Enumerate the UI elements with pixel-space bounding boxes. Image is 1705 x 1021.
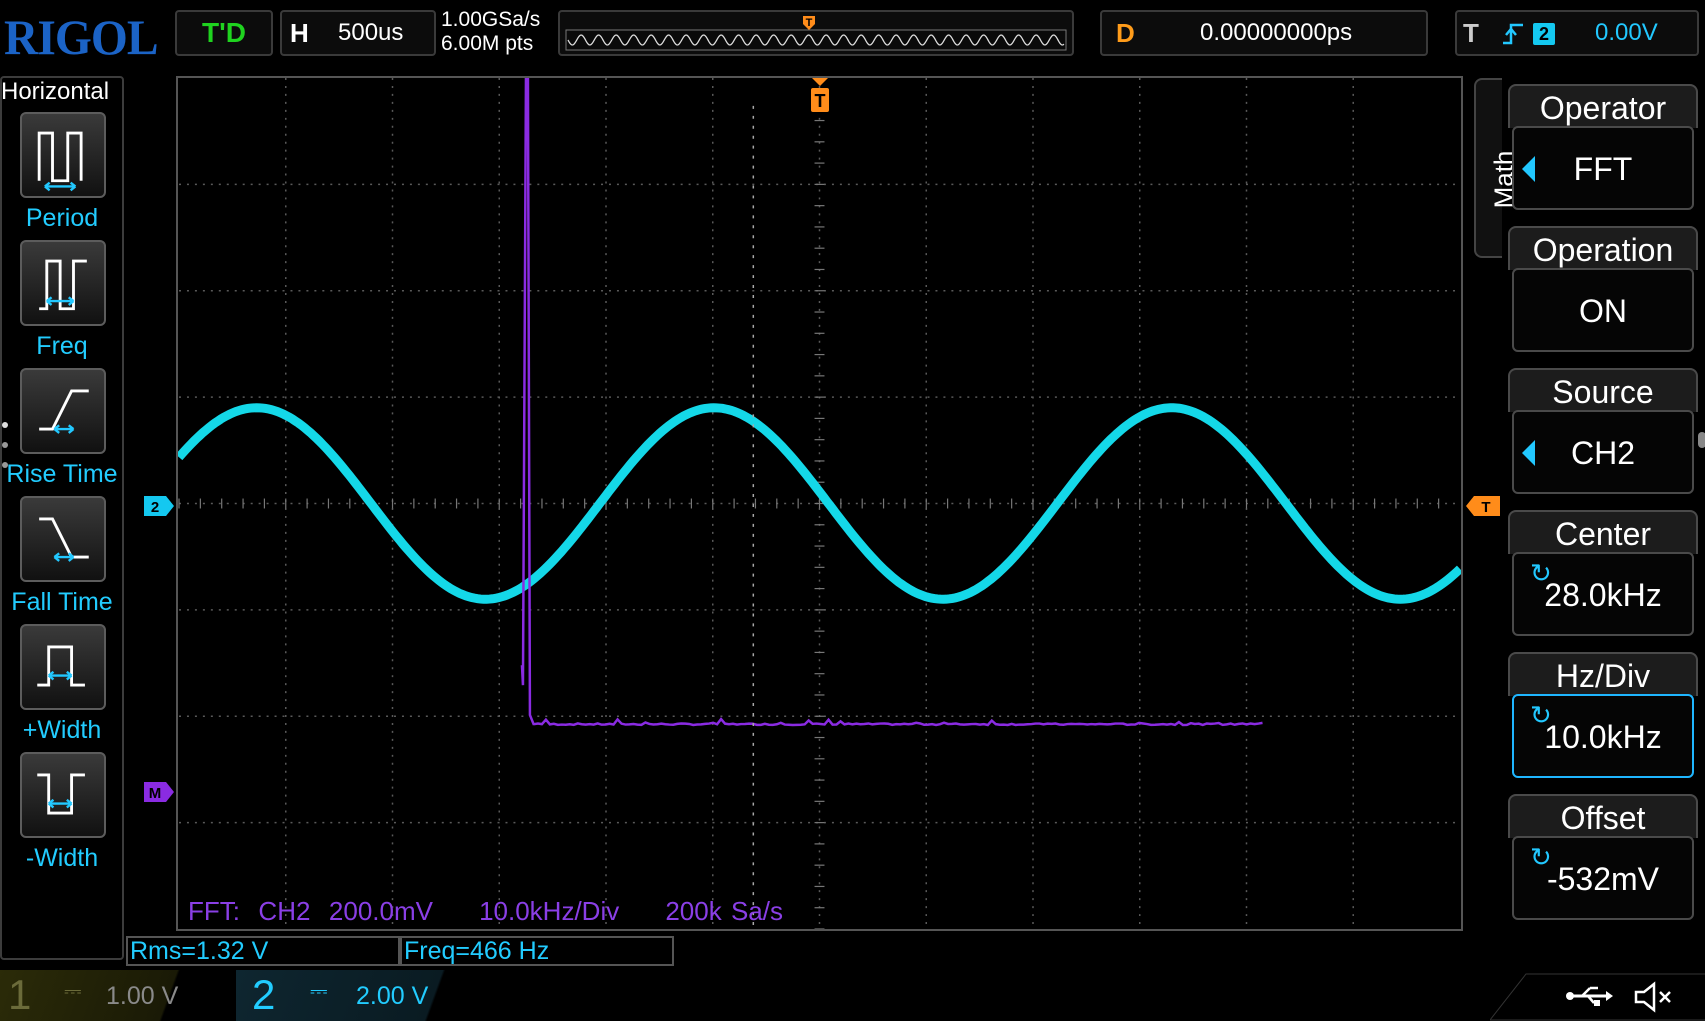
ch2-scale: 2.00 V	[356, 982, 429, 1010]
measure-rise-time-button[interactable]	[20, 368, 106, 454]
horizontal-timebase[interactable]: H 500us	[280, 10, 436, 56]
freq-readout[interactable]: Freq=466 Hz	[400, 936, 674, 966]
menu-hz-div-button[interactable]: Hz/Div ↻ 10.0kHz	[1508, 652, 1698, 788]
ch2-offset-marker[interactable]: 2	[144, 495, 176, 517]
rms-readout[interactable]: Rms=1.32 V	[126, 936, 400, 966]
menu-scroll-indicator	[1698, 432, 1705, 448]
ch2-number: 2	[252, 971, 276, 1018]
measure-pos-width-label: +Width	[22, 716, 102, 744]
trigger-level-marker[interactable]: T	[1466, 495, 1502, 517]
bottom-right-icons	[1490, 973, 1705, 1021]
menu-operator-title: Operator	[1508, 84, 1698, 128]
knob-icon: ↻	[1530, 842, 1552, 872]
trigger-label: T	[1463, 18, 1479, 48]
sample-rate: 1.00GSa/s	[441, 8, 541, 31]
status-bar: RIGOL T'D H 500us 1.00GSa/s 6.00M pts T …	[0, 0, 1705, 68]
measure-period-label: Period	[25, 204, 99, 232]
left-arrow-icon	[1522, 156, 1535, 182]
measure-freq-button[interactable]	[20, 240, 106, 326]
svg-text:2: 2	[151, 499, 159, 516]
pos-width-icon	[37, 645, 85, 687]
delay-value: 0.00000000ps	[1200, 19, 1353, 46]
menu-operation-button[interactable]: Operation ON	[1508, 226, 1698, 362]
measure-fall-time-label: Fall Time	[11, 588, 113, 616]
fall-time-icon	[39, 517, 89, 562]
menu-offset-title: Offset	[1508, 794, 1698, 838]
menu-operator-value: FFT	[1512, 126, 1694, 210]
measure-rise-time-label: Rise Time	[6, 460, 118, 488]
knob-icon: ↻	[1530, 558, 1552, 588]
menu-operation-title: Operation	[1508, 226, 1698, 270]
memory-depth: 6.00M pts	[441, 32, 534, 55]
menu-center-value: ↻ 28.0kHz	[1512, 552, 1694, 636]
measure-neg-width-button[interactable]	[20, 752, 106, 838]
math-offset-marker[interactable]: M	[144, 781, 176, 803]
rise-time-icon	[39, 389, 89, 434]
period-icon	[37, 131, 83, 192]
measure-neg-width-label: -Width	[25, 844, 99, 872]
svg-text:T: T	[1481, 499, 1490, 516]
horizontal-label: H	[290, 18, 309, 48]
trigger-level: 0.00V	[1595, 19, 1658, 46]
delay-label: D	[1116, 18, 1135, 48]
rising-edge-icon	[1503, 23, 1523, 45]
menu-operation-value: ON	[1512, 268, 1694, 352]
fft-waveform	[520, 78, 1263, 727]
ch2-coupling-icon: ⎓	[310, 978, 328, 1003]
menu-source-value: CH2	[1512, 410, 1694, 494]
left-arrow-icon	[1522, 440, 1535, 466]
acquisition-info: 1.00GSa/s 6.00M pts	[441, 8, 540, 56]
measure-period-button[interactable]	[20, 112, 106, 198]
fft-info-label: FFT: CH2 200.0mV 10.0kHz/Div 200k Sa/s	[188, 896, 783, 926]
freq-icon	[39, 259, 87, 311]
menu-offset-button[interactable]: Offset ↻ -532mV	[1508, 794, 1698, 930]
memory-waveform-thumbnail: T	[565, 16, 1067, 51]
ch1-number: 1	[8, 971, 32, 1018]
svg-text:T: T	[815, 91, 826, 111]
menu-source-button[interactable]: Source CH2	[1508, 368, 1698, 504]
menu-center-button[interactable]: Center ↻ 28.0kHz	[1508, 510, 1698, 646]
measure-pos-width-button[interactable]	[20, 624, 106, 710]
ch1-coupling-icon: ⎓	[64, 978, 82, 1003]
trigger-position-marker[interactable]: T	[808, 76, 832, 118]
measure-panel-title: Horizontal	[1, 78, 110, 105]
menu-source-title: Source	[1508, 368, 1698, 412]
run-state-badge[interactable]: T'D	[175, 10, 273, 56]
trigger-display[interactable]: T 2 0.00V	[1455, 10, 1699, 56]
waveform-display[interactable]	[176, 76, 1463, 931]
knob-icon: ↻	[1530, 700, 1552, 730]
timebase-value: 500us	[338, 19, 404, 46]
svg-text:T: T	[806, 17, 813, 29]
menu-offset-value: ↻ -532mV	[1512, 836, 1694, 920]
menu-hz-div-title: Hz/Div	[1508, 652, 1698, 696]
menu-hz-div-value: ↻ 10.0kHz	[1512, 694, 1694, 778]
delay-display[interactable]: D 0.00000000ps	[1100, 10, 1428, 56]
menu-center-title: Center	[1508, 510, 1698, 554]
trigger-source-badge: 2	[1533, 23, 1555, 45]
memory-overview[interactable]: T	[558, 10, 1074, 56]
brand-logo: RIGOL	[4, 9, 159, 65]
svg-text:M: M	[149, 785, 162, 802]
ch1-scale: 1.00 V	[106, 982, 179, 1010]
measure-freq-label: Freq	[36, 332, 88, 360]
menu-operator-button[interactable]: Operator FFT	[1508, 84, 1698, 220]
neg-width-icon	[37, 773, 85, 815]
measure-fall-time-button[interactable]	[20, 496, 106, 582]
